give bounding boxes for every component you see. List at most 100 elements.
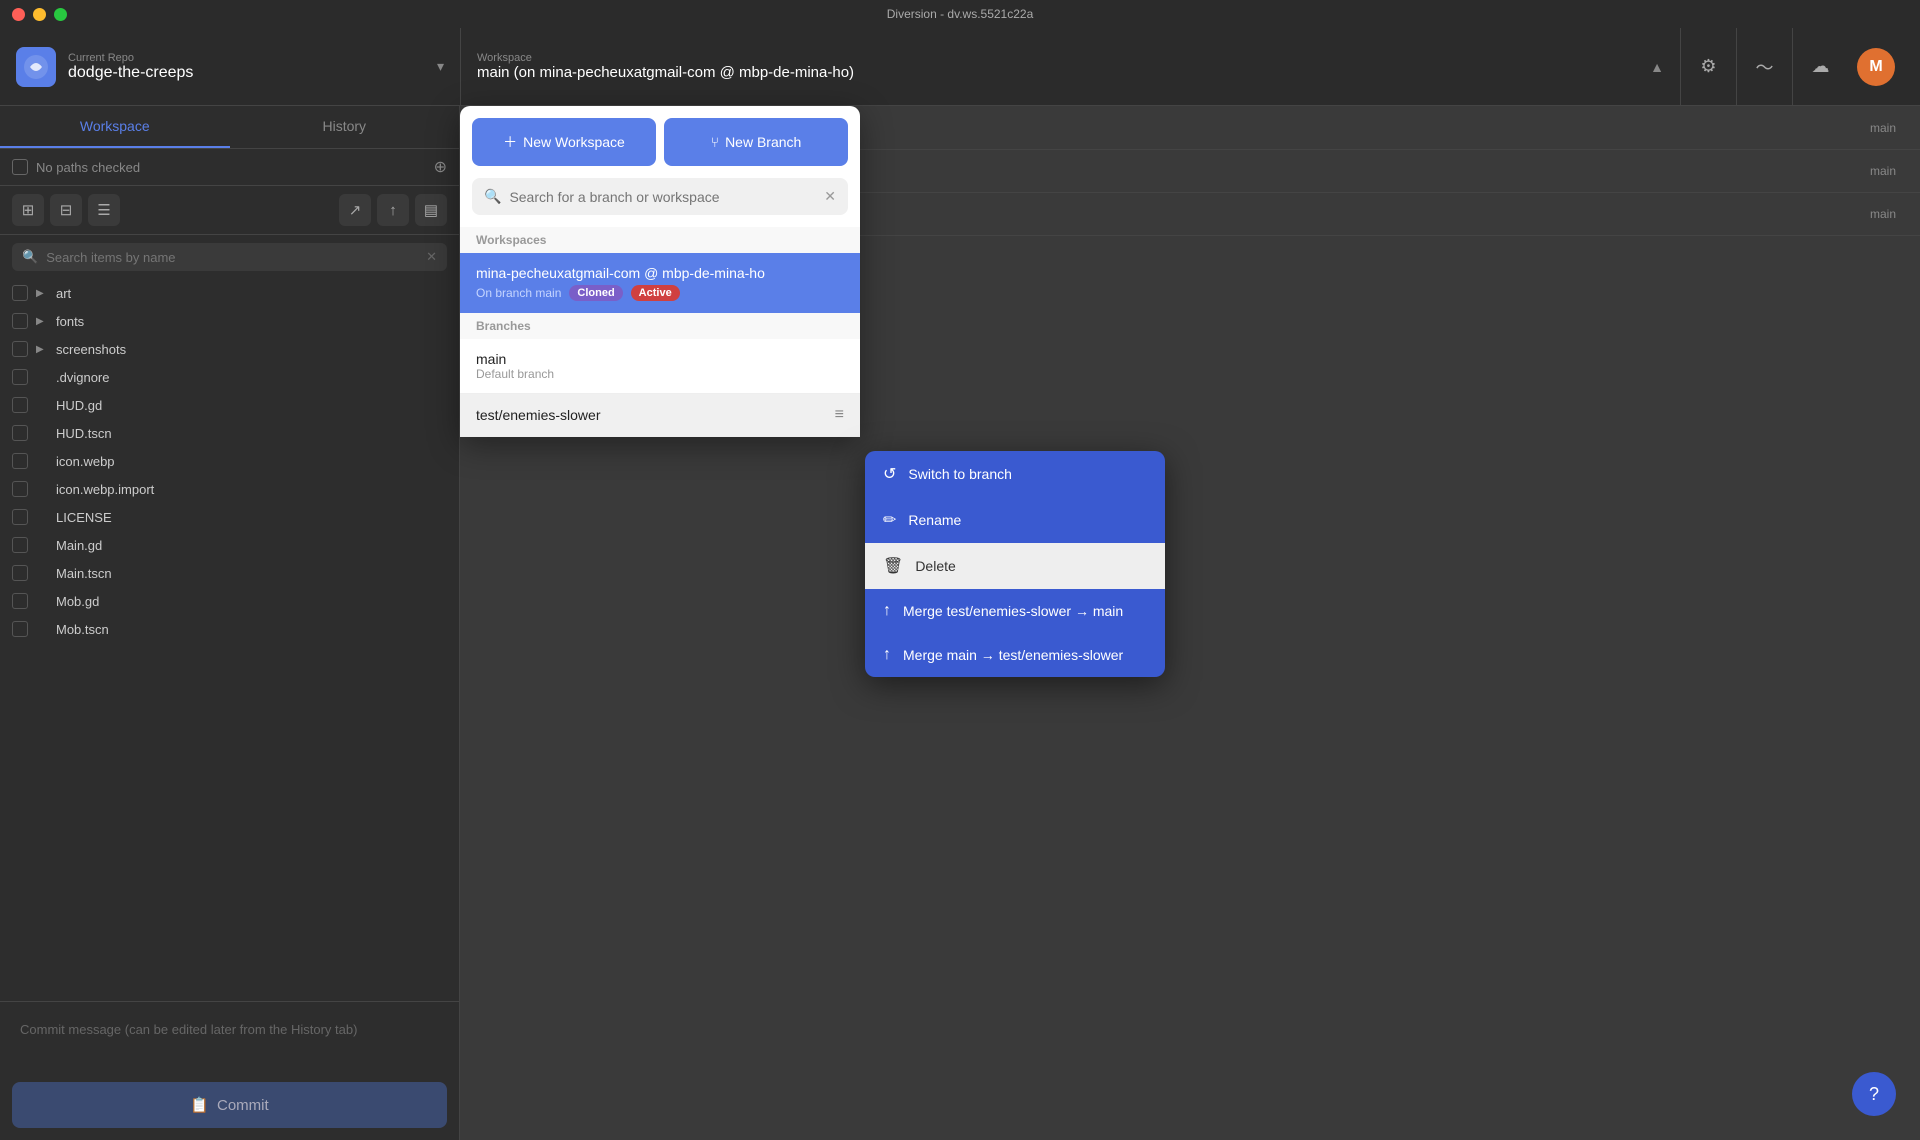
minimize-button[interactable]: [33, 8, 46, 21]
merge-to-main-item[interactable]: ↑ Merge test/enemies-slower → main: [865, 589, 1165, 633]
analytics-button[interactable]: 〜: [1736, 28, 1792, 106]
list-item[interactable]: HUD.gd: [0, 391, 459, 419]
file-checkbox[interactable]: [12, 621, 28, 637]
switch-branch-icon: ↺: [883, 464, 896, 484]
cloud-button[interactable]: ☁: [1792, 28, 1848, 106]
list-item[interactable]: ▶ screenshots: [0, 335, 459, 363]
active-badge: Active: [631, 285, 680, 301]
dropdown-search-input[interactable]: [509, 189, 816, 205]
workspace-chevron-icon[interactable]: ▲: [1650, 59, 1664, 75]
settings-button[interactable]: ⚙: [1680, 28, 1736, 106]
workspace-list-item[interactable]: mina-pecheuxatgmail-com @ mbp-de-mina-ho…: [460, 253, 860, 313]
main-area: Merge test/enemies-slower into main main…: [460, 106, 1920, 1140]
tab-history[interactable]: History: [230, 106, 460, 148]
history-branch: main: [1870, 121, 1896, 135]
file-name: icon.webp: [56, 454, 115, 469]
paths-checkbox[interactable]: [12, 159, 28, 175]
upload-button[interactable]: ↑: [377, 194, 409, 226]
list-item[interactable]: ▶ fonts: [0, 307, 459, 335]
commit-button[interactable]: 📋 Commit: [12, 1082, 447, 1128]
file-name: Main.tscn: [56, 566, 112, 581]
file-checkbox[interactable]: [12, 425, 28, 441]
branch-list-item[interactable]: main Default branch: [460, 339, 860, 394]
file-checkbox[interactable]: [12, 341, 28, 357]
workspace-info: Workspace main (on mina-pecheuxatgmail-c…: [477, 52, 1650, 81]
avatar-button[interactable]: M: [1848, 28, 1904, 106]
app-container: Current Repo dodge-the-creeps ▾ Workspac…: [0, 28, 1920, 1140]
file-checkbox[interactable]: [12, 369, 28, 385]
file-name: screenshots: [56, 342, 126, 357]
file-checkbox[interactable]: [12, 481, 28, 497]
search-input[interactable]: [46, 250, 418, 265]
title-bar: Diversion - dv.ws.5521c22a: [0, 0, 1920, 28]
branch-menu-icon[interactable]: ≡: [835, 406, 844, 424]
list-item[interactable]: HUD.tscn: [0, 419, 459, 447]
delete-item[interactable]: 🗑 Delete: [865, 543, 1165, 589]
file-name: LICENSE: [56, 510, 112, 525]
branch-info: main Default branch: [476, 351, 554, 381]
list-item[interactable]: icon.webp.import: [0, 475, 459, 503]
search-icon: 🔍: [484, 188, 501, 205]
file-checkbox[interactable]: [12, 285, 28, 301]
header-icons: ⚙ 〜 ☁: [1680, 28, 1848, 106]
toolbar-right: ↗ ↑ ▤: [339, 194, 447, 226]
fullscreen-button[interactable]: [54, 8, 67, 21]
list-item[interactable]: icon.webp: [0, 447, 459, 475]
cloned-badge: Cloned: [569, 285, 622, 301]
file-checkbox[interactable]: [12, 593, 28, 609]
chevron-right-icon: ▶: [36, 288, 48, 299]
list-item[interactable]: Main.tscn: [0, 559, 459, 587]
file-name: HUD.gd: [56, 398, 102, 413]
file-checkbox[interactable]: [12, 565, 28, 581]
file-checkbox[interactable]: [12, 537, 28, 553]
new-workspace-button[interactable]: ＋ New Workspace: [472, 118, 656, 166]
search-clear-icon[interactable]: ✕: [824, 188, 836, 205]
paths-label: No paths checked: [36, 160, 426, 175]
open-external-button[interactable]: ↗: [339, 194, 371, 226]
new-branch-label: New Branch: [725, 134, 801, 150]
repo-label: Current Repo: [68, 52, 425, 64]
close-button[interactable]: [12, 8, 25, 21]
view-list-button[interactable]: ☰: [88, 194, 120, 226]
switch-to-branch-item[interactable]: ↺ Switch to branch: [865, 451, 1165, 497]
merge-from-main-label: Merge main → test/enemies-slower: [903, 647, 1123, 663]
file-name: Mob.tscn: [56, 622, 109, 637]
commit-icon: 📋: [190, 1096, 209, 1114]
history-branch: main: [1870, 207, 1896, 221]
tab-workspace[interactable]: Workspace: [0, 106, 230, 148]
window-title: Diversion - dv.ws.5521c22a: [887, 7, 1034, 21]
download-button[interactable]: ▤: [415, 194, 447, 226]
file-checkbox[interactable]: [12, 313, 28, 329]
list-item[interactable]: LICENSE: [0, 503, 459, 531]
list-item[interactable]: .dvignore: [0, 363, 459, 391]
merge-from-main-item[interactable]: ↑ Merge main → test/enemies-slower: [865, 633, 1165, 677]
list-item[interactable]: ▶ art: [0, 279, 459, 307]
list-item[interactable]: Mob.tscn: [0, 615, 459, 643]
file-checkbox[interactable]: [12, 453, 28, 469]
commit-message-input[interactable]: Commit message (can be edited later from…: [12, 1014, 447, 1074]
toolbar-row: ⊞ ⊟ ☰ ↗ ↑ ▤: [0, 186, 459, 235]
file-name: .dvignore: [56, 370, 109, 385]
rename-item[interactable]: ✏ Rename: [865, 497, 1165, 543]
branch-icon: ⑂: [711, 134, 719, 150]
file-checkbox[interactable]: [12, 397, 28, 413]
commit-label: Commit: [217, 1097, 269, 1114]
help-button[interactable]: ?: [1852, 1072, 1896, 1116]
list-item[interactable]: Main.gd: [0, 531, 459, 559]
view-grid-button[interactable]: ⊞: [12, 194, 44, 226]
dropdown-search: 🔍 ✕: [472, 178, 848, 215]
branch-list-item[interactable]: test/enemies-slower ≡: [460, 394, 860, 437]
commit-area: Commit message (can be edited later from…: [0, 1001, 459, 1140]
search-clear-icon[interactable]: ✕: [426, 249, 437, 265]
merge-to-main-label: Merge test/enemies-slower → main: [903, 603, 1123, 619]
delete-label: Delete: [915, 558, 955, 574]
sidebar: Workspace History No paths checked ⊕ ⊞ ⊟…: [0, 106, 460, 1140]
file-checkbox[interactable]: [12, 509, 28, 525]
repo-chevron-icon[interactable]: ▾: [437, 58, 444, 75]
new-branch-button[interactable]: ⑂ New Branch: [664, 118, 848, 166]
paths-icon[interactable]: ⊕: [434, 157, 447, 177]
list-item[interactable]: Mob.gd: [0, 587, 459, 615]
delete-icon: 🗑: [883, 556, 903, 576]
sidebar-tabs: Workspace History: [0, 106, 459, 149]
view-split-button[interactable]: ⊟: [50, 194, 82, 226]
